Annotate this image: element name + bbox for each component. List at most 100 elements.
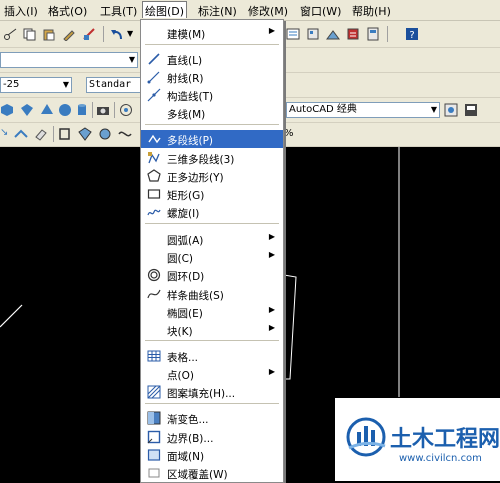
menu-item-label: 三维多段线(3) [167, 154, 235, 166]
section-icon[interactable] [118, 127, 132, 141]
undo-icon[interactable] [110, 27, 124, 41]
menu-item-label: 图案填充(H)... [167, 388, 236, 400]
submenu-arrow-icon: ▶ [268, 323, 275, 332]
menu-item-label: 样条曲线(S) [167, 290, 224, 302]
arrow-icon[interactable]: ↘ [0, 127, 8, 138]
menu-window[interactable]: 窗口(W) [300, 3, 341, 19]
tool-palettes-icon[interactable] [326, 27, 340, 41]
menu-item[interactable]: 块(K) ▶ [141, 321, 283, 339]
line-icon [148, 53, 160, 65]
menu-item-label: 构造线(T) [167, 91, 214, 103]
workspace-combo-value: AutoCAD 经典 [289, 104, 357, 115]
intersect-icon[interactable] [98, 127, 112, 141]
toolbar-separator [92, 102, 93, 118]
menu-format[interactable]: 格式(O) [48, 3, 87, 19]
camera-icon[interactable] [96, 103, 110, 117]
polyline-icon [148, 134, 161, 144]
workspace-settings-icon[interactable] [444, 103, 458, 117]
menu-dimension[interactable]: 标注(N) [198, 3, 237, 19]
submenu-arrow-icon: ▶ [268, 305, 275, 314]
wedge-icon[interactable] [20, 103, 34, 117]
cone-icon[interactable] [40, 103, 54, 117]
boundary-icon [147, 430, 161, 444]
hatch-icon [147, 385, 161, 399]
extrude-icon[interactable] [14, 127, 28, 141]
submenu-arrow-icon: ▶ [268, 26, 275, 35]
cylinder-icon[interactable] [75, 103, 89, 117]
layer-combo-value: -25 [3, 79, 20, 90]
menu-item[interactable]: 边界(B)... [141, 428, 283, 446]
menu-help[interactable]: 帮助(H) [352, 3, 391, 19]
save-workspace-icon[interactable] [464, 103, 478, 117]
submenu-arrow-icon: ▶ [268, 367, 275, 376]
menu-item-label: 多线(M) [167, 109, 206, 121]
menu-modify[interactable]: 修改(M) [248, 3, 288, 19]
subtract-icon[interactable] [78, 127, 92, 141]
menu-item[interactable]: 渐变色... [141, 409, 283, 427]
menu-item[interactable]: 椭圆(E) ▶ [141, 303, 283, 321]
calculator-icon[interactable] [366, 27, 380, 41]
menu-item[interactable]: 多线(M) [141, 104, 283, 122]
submenu-arrow-icon: ▶ [268, 232, 275, 241]
watermark: 土木工程网 www.civilcn.com [335, 398, 500, 481]
menu-item[interactable]: 表格... [141, 347, 283, 365]
menu-item[interactable]: 圆环(D) [141, 266, 283, 284]
box-icon[interactable] [0, 103, 14, 117]
menu-separator [145, 340, 279, 341]
block-editor-icon[interactable] [82, 27, 96, 41]
style-combo[interactable]: Standar [86, 77, 142, 93]
menu-draw[interactable]: 绘图(D) [142, 1, 188, 18]
menu-item-label: 射线(R) [167, 73, 204, 85]
menu-separator [145, 44, 279, 45]
polygon-icon [147, 169, 161, 182]
copy-icon[interactable] [22, 27, 36, 41]
menu-item[interactable]: 建模(M) ▶ [141, 24, 283, 42]
menu-item[interactable]: 圆弧(A) ▶ [141, 230, 283, 248]
menu-item[interactable]: 矩形(G) [141, 185, 283, 203]
wipeout-icon [148, 468, 160, 478]
menu-item[interactable]: 直线(L) [141, 50, 283, 68]
menu-item[interactable]: 区域覆盖(W) [141, 464, 283, 482]
menu-item[interactable]: 构造线(T) [141, 86, 283, 104]
workspace-combo[interactable]: AutoCAD 经典 ▼ [286, 102, 440, 118]
submenu-arrow-icon: ▶ [268, 250, 275, 259]
undo-dropdown-icon[interactable]: ▼ [127, 29, 133, 38]
menu-insert[interactable]: 插入(I) [4, 3, 38, 19]
menu-item[interactable]: 正多边形(Y) [141, 167, 283, 185]
sphere-icon[interactable] [58, 103, 72, 117]
table-icon [147, 350, 161, 362]
menu-item[interactable]: 点(O) ▶ [141, 365, 283, 383]
svg-text:?: ? [409, 30, 414, 41]
menu-item[interactable]: 面域(N) [141, 446, 283, 464]
help-icon[interactable]: ? [405, 27, 419, 41]
text-style-combo[interactable]: ▼ [0, 52, 138, 68]
menu-item[interactable]: 样条曲线(S) [141, 285, 283, 303]
3d-polyline-icon [148, 152, 160, 164]
cut-icon[interactable] [3, 27, 17, 41]
design-center-icon[interactable] [306, 27, 320, 41]
menu-item-label: 椭圆(E) [167, 308, 203, 320]
menu-item-label: 边界(B)... [167, 433, 214, 445]
match-properties-icon[interactable] [62, 27, 76, 41]
menu-item[interactable]: 圆(C) ▶ [141, 248, 283, 266]
menu-item[interactable]: 三维多段线(3) [141, 149, 283, 167]
orbit-icon[interactable] [119, 103, 133, 117]
watermark-url: www.civilcn.com [399, 453, 482, 464]
eraser-icon[interactable] [34, 127, 48, 141]
toolbar-separator [387, 26, 388, 42]
menu-item-label: 矩形(G) [167, 190, 205, 202]
paste-icon[interactable] [42, 27, 56, 41]
menu-item[interactable]: 多段线(P) [141, 130, 283, 148]
menu-item-label: 多段线(P) [167, 135, 214, 147]
menu-item[interactable]: 图案填充(H)... [141, 383, 283, 401]
menu-separator [145, 124, 279, 125]
sheet-set-icon[interactable] [346, 27, 360, 41]
layer-combo[interactable]: -25 ▼ [0, 77, 72, 93]
menu-item-label: 渐变色... [167, 414, 209, 426]
menu-item[interactable]: 射线(R) [141, 68, 283, 86]
menu-item[interactable]: 螺旋(I) [141, 203, 283, 221]
properties-icon[interactable] [286, 27, 300, 41]
menu-tools[interactable]: 工具(T) [100, 3, 137, 19]
union-icon[interactable] [58, 127, 72, 141]
gradient-icon [147, 411, 161, 425]
